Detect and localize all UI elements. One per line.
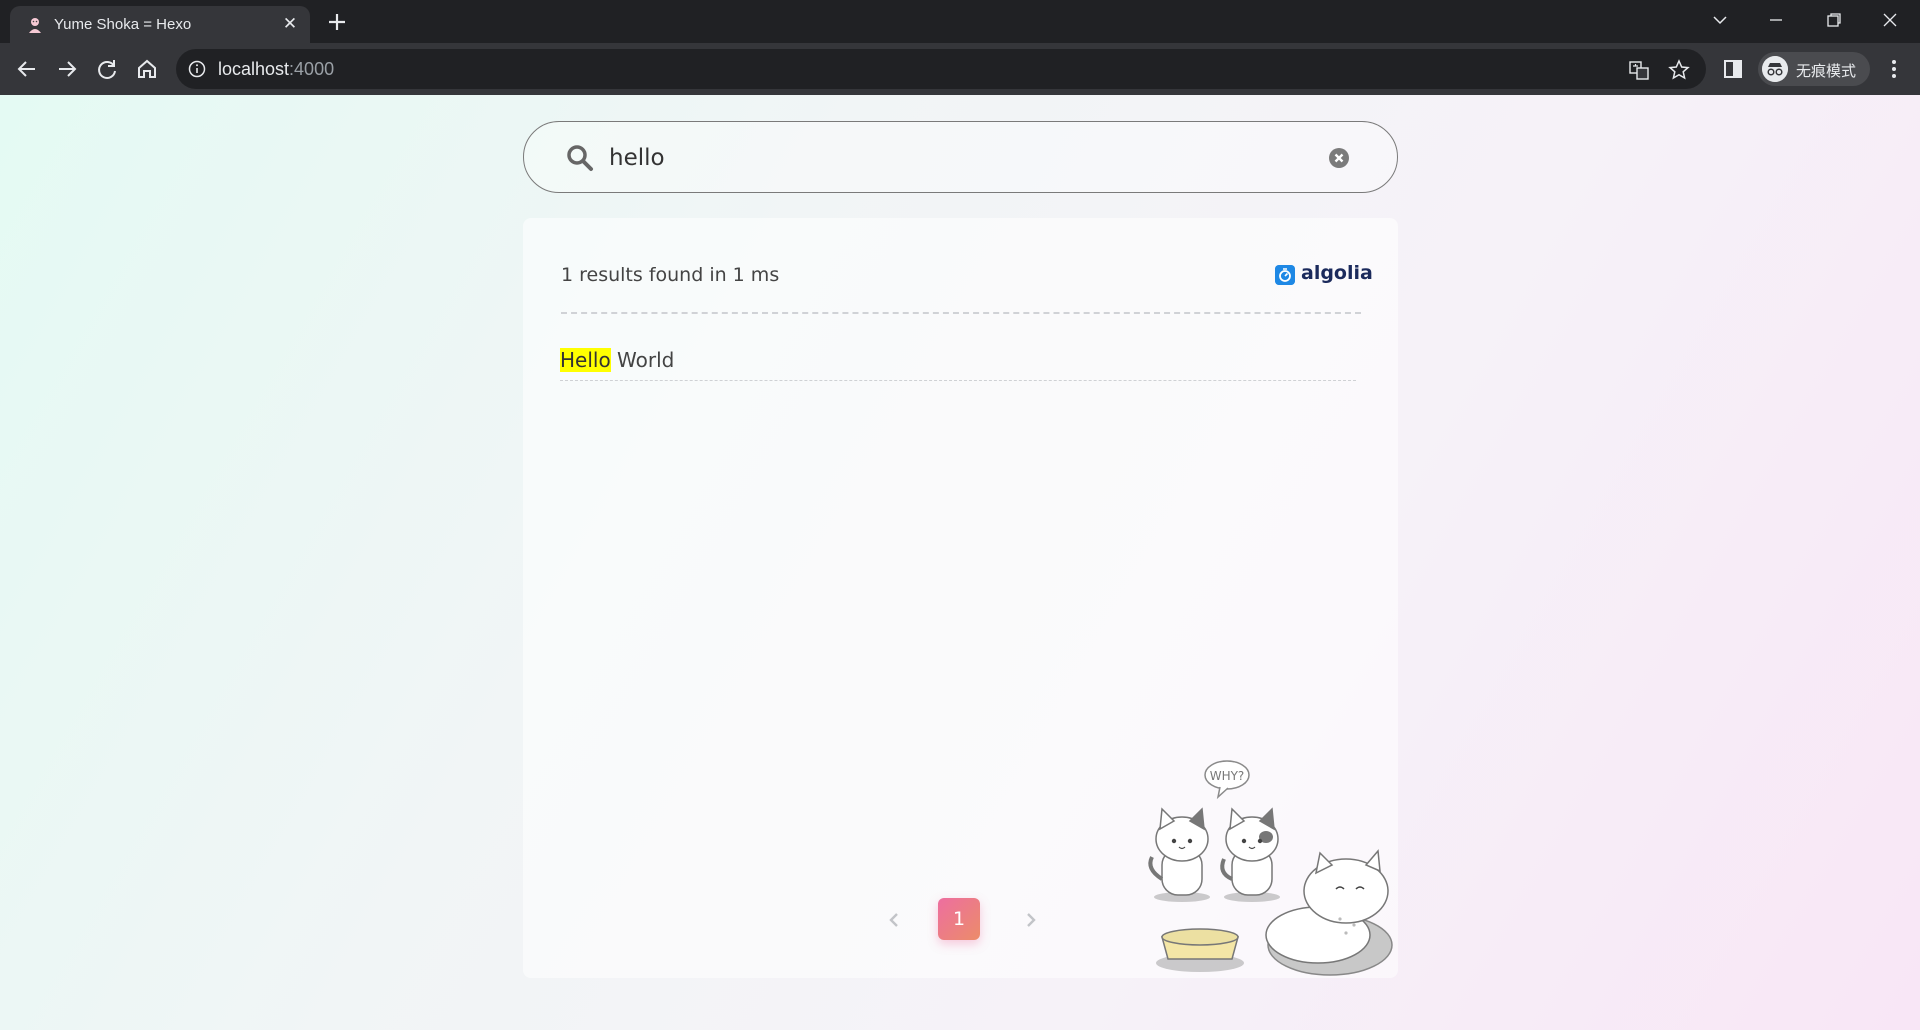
page-viewport: 1 results found in 1 ms algolia Hello Wo… (0, 95, 1920, 1030)
cats-illustration: WHY? (1148, 760, 1393, 976)
more-menu-icon[interactable] (1882, 55, 1906, 83)
search-input[interactable] (609, 138, 1309, 178)
tab-close-icon[interactable]: ✕ (280, 14, 300, 34)
tab-title: Yume Shoka = Hexo (54, 16, 192, 33)
previous-page-icon[interactable] (885, 910, 905, 930)
incognito-icon (1762, 56, 1788, 82)
page-button-current[interactable]: 1 (938, 898, 980, 940)
tab-search-button[interactable] (1692, 0, 1748, 40)
restore-icon (1827, 13, 1841, 27)
chevron-down-icon (1713, 16, 1727, 25)
result-highlight: Hello (560, 348, 611, 372)
url-port: :4000 (289, 59, 335, 79)
algolia-wordmark: algolia (1301, 262, 1373, 284)
reload-icon[interactable] (93, 55, 121, 83)
forward-arrow-icon[interactable] (53, 55, 81, 83)
minimize-icon (1770, 19, 1782, 21)
restore-button[interactable] (1806, 0, 1862, 40)
minimize-button[interactable] (1748, 0, 1804, 40)
home-icon[interactable] (133, 55, 161, 83)
translate-icon[interactable] (1628, 59, 1650, 81)
next-page-icon[interactable] (1020, 910, 1040, 930)
algolia-stopwatch-icon (1275, 265, 1295, 285)
results-divider (561, 312, 1361, 314)
browser-toolbar: localhost:4000 无痕模式 (0, 43, 1920, 95)
close-window-button[interactable] (1862, 0, 1918, 40)
new-tab-icon[interactable] (324, 9, 350, 35)
site-info-icon[interactable] (188, 60, 206, 78)
search-icon (567, 145, 593, 171)
bookmark-star-icon[interactable] (1668, 59, 1690, 81)
result-title-rest: World (610, 348, 675, 372)
result-title: Hello World (560, 348, 674, 372)
url-text: localhost:4000 (218, 59, 334, 80)
result-stats: 1 results found in 1 ms (561, 264, 780, 286)
back-arrow-icon[interactable] (13, 55, 41, 83)
close-icon (1883, 13, 1897, 27)
tab-strip: Yume Shoka = Hexo ✕ (0, 0, 1920, 43)
side-panel-icon[interactable] (1722, 58, 1744, 80)
speech-text: WHY? (1210, 769, 1245, 783)
address-bar[interactable]: localhost:4000 (176, 49, 1706, 89)
search-box[interactable] (523, 121, 1398, 193)
result-item[interactable]: Hello World (560, 348, 1356, 381)
incognito-profile-button[interactable]: 无痕模式 (1758, 52, 1870, 86)
site-favicon-icon (29, 18, 41, 33)
url-host: localhost (218, 59, 290, 79)
profile-label: 无痕模式 (1796, 63, 1857, 80)
clear-search-icon[interactable] (1328, 147, 1350, 169)
browser-tab[interactable]: Yume Shoka = Hexo ✕ (10, 6, 310, 43)
